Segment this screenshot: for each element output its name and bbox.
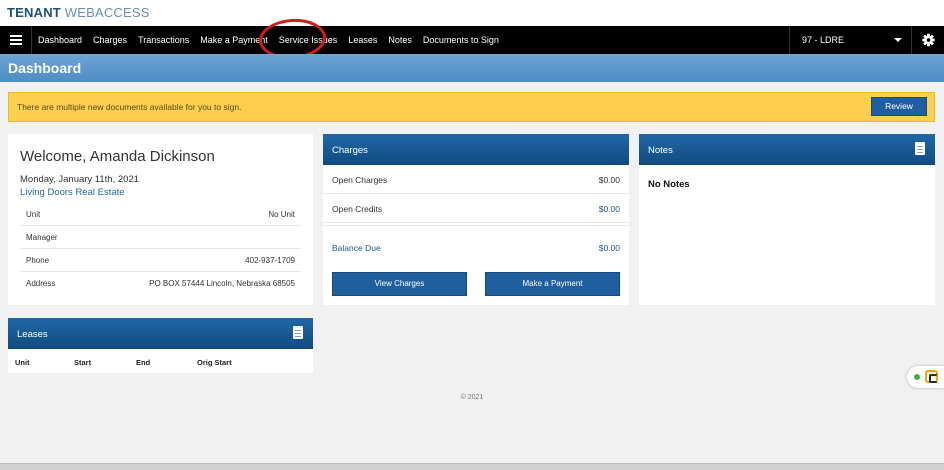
documents-alert: There are multiple new documents availab… — [8, 92, 935, 122]
info-label: Manager — [26, 233, 58, 242]
info-label: Unit — [26, 210, 41, 219]
nav-items: Dashboard Charges Transactions Make a Pa… — [38, 26, 510, 54]
online-status-dot — [914, 374, 920, 380]
property-selector[interactable]: 97 - LDRE — [789, 26, 911, 54]
brand-bar: TENANT WEBACCESS — [0, 0, 944, 26]
nav-charges[interactable]: Charges — [93, 35, 127, 45]
open-credits-label: Open Credits — [332, 204, 383, 214]
notes-card: Notes No Notes — [639, 134, 935, 305]
open-charges-value: $0.00 — [598, 175, 620, 185]
chat-widget[interactable] — [907, 366, 944, 388]
nav-leases[interactable]: Leases — [348, 35, 377, 45]
top-navigation: Dashboard Charges Transactions Make a Pa… — [0, 26, 944, 54]
welcome-card: Welcome, Amanda Dickinson Monday, Januar… — [8, 134, 313, 305]
view-charges-button[interactable]: View Charges — [332, 272, 467, 296]
brand-logo[interactable]: TENANT WEBACCESS — [7, 5, 150, 20]
info-label: Phone — [26, 256, 50, 265]
company-link[interactable]: Living Doors Real Estate — [20, 187, 125, 198]
nav-documents-to-sign[interactable]: Documents to Sign — [423, 35, 499, 45]
info-value: PO BOX 57444 Lincoln, Nebraska 68505 — [149, 279, 295, 288]
open-charges-label: Open Charges — [332, 175, 388, 185]
leases-header: Leases — [8, 318, 313, 349]
balance-due-value: $0.00 — [598, 243, 620, 253]
welcome-title: Welcome, Amanda Dickinson — [20, 148, 215, 165]
hamburger-menu-icon[interactable] — [0, 26, 32, 54]
no-notes-text: No Notes — [648, 179, 690, 190]
open-credits-row[interactable]: Open Credits $0.00 — [323, 194, 629, 223]
current-date: Monday, January 11th, 2021 — [20, 174, 140, 185]
document-icon[interactable] — [915, 142, 925, 155]
info-label: Address — [26, 279, 56, 288]
info-row-unit: Unit No Unit — [20, 203, 301, 226]
info-row-phone: Phone 402-937-1709 — [20, 249, 301, 272]
column-header-unit: Unit — [15, 358, 30, 367]
divider — [323, 225, 629, 226]
open-credits-value: $0.00 — [598, 204, 620, 214]
brand-part-webaccess: WEBACCESS — [64, 5, 150, 20]
leases-table-header: Unit Start End Orig Start — [8, 349, 313, 373]
document-icon[interactable] — [293, 326, 303, 339]
charges-header: Charges — [323, 134, 629, 165]
notes-title: Notes — [648, 145, 673, 156]
charges-title: Charges — [332, 145, 368, 156]
notes-header: Notes — [639, 134, 935, 165]
column-header-orig-start: Orig Start — [197, 358, 232, 367]
gear-icon — [922, 33, 935, 47]
chat-logo-icon — [925, 370, 938, 383]
info-value: 402-937-1709 — [245, 256, 295, 265]
leases-title: Leases — [17, 329, 48, 340]
info-row-manager: Manager — [20, 226, 301, 249]
charges-card: Charges Open Charges $0.00 Open Credits … — [323, 134, 629, 305]
footer-copyright: © 2021 — [460, 394, 484, 401]
chevron-down-icon — [894, 38, 902, 42]
tenant-info-table: Unit No Unit Manager Phone 402-937-1709 … — [20, 203, 301, 295]
info-row-address: Address PO BOX 57444 Lincoln, Nebraska 6… — [20, 272, 301, 295]
column-header-end: End — [136, 358, 151, 367]
settings-button[interactable] — [911, 26, 944, 54]
bottom-scrollbar[interactable] — [0, 463, 944, 470]
make-a-payment-button[interactable]: Make a Payment — [485, 272, 620, 296]
leases-card: Leases Unit Start End Orig Start — [8, 318, 313, 373]
page-title: Dashboard — [8, 60, 82, 76]
review-button[interactable]: Review — [871, 97, 927, 116]
nav-dashboard[interactable]: Dashboard — [38, 35, 82, 45]
column-header-start: Start — [74, 358, 92, 367]
brand-part-tenant: TENANT — [7, 5, 61, 20]
info-value: No Unit — [268, 210, 295, 219]
page-title-bar: Dashboard — [0, 54, 944, 82]
open-charges-row: Open Charges $0.00 — [323, 165, 629, 194]
property-selected-value: 97 - LDRE — [802, 35, 845, 45]
nav-transactions[interactable]: Transactions — [138, 35, 189, 45]
balance-due-row[interactable]: Balance Due $0.00 — [323, 233, 629, 262]
nav-make-a-payment[interactable]: Make a Payment — [200, 35, 268, 45]
alert-message: There are multiple new documents availab… — [17, 102, 242, 112]
nav-service-issues[interactable]: Service Issues — [279, 35, 338, 45]
balance-due-label: Balance Due — [332, 243, 381, 253]
nav-notes[interactable]: Notes — [388, 35, 412, 45]
